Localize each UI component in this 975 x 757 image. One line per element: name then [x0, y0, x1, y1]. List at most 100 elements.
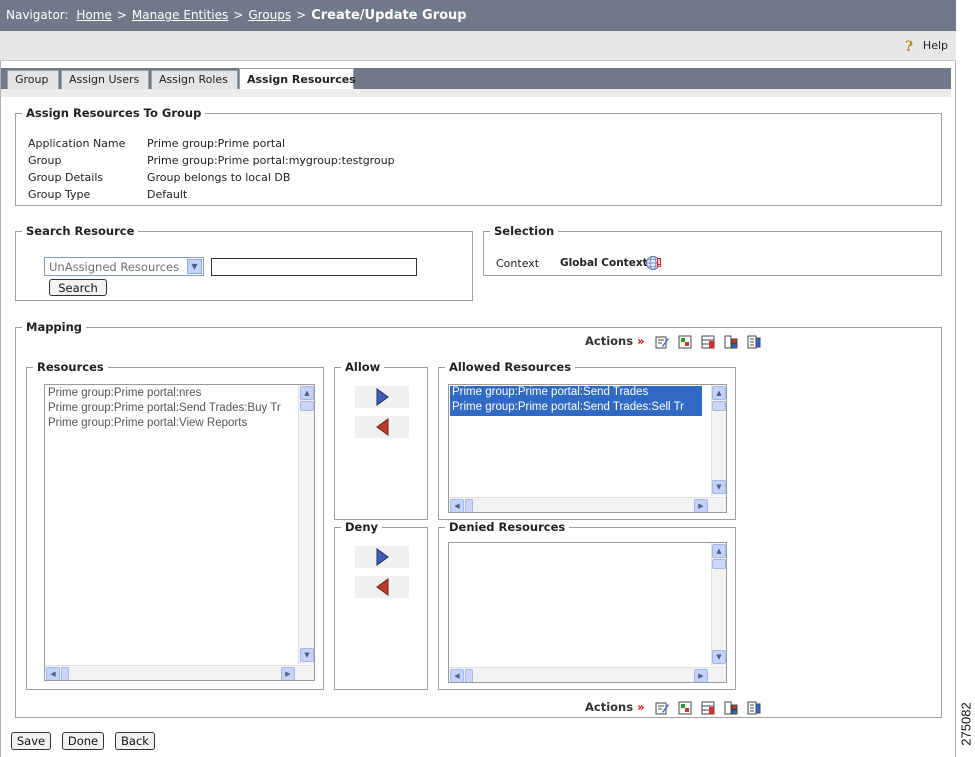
list-item[interactable]: Prime group:Prime portal:Send Trades:Buy… — [48, 402, 298, 417]
help-question-icon: ? — [904, 39, 914, 55]
scroll-up-icon[interactable]: ▲ — [712, 386, 726, 400]
assign-icon[interactable] — [678, 335, 692, 349]
arrow-right-icon — [376, 548, 389, 566]
details-icon[interactable] — [747, 701, 761, 715]
edit-icon[interactable] — [655, 701, 669, 715]
breadcrumb-manage-entities[interactable]: Manage Entities — [132, 8, 228, 22]
details-icon[interactable] — [747, 335, 761, 349]
resources-listbox[interactable]: Prime group:Prime portal:nres Prime grou… — [44, 384, 315, 681]
chevron-down-icon[interactable]: ▼ — [187, 259, 202, 274]
breadcrumb-groups[interactable]: Groups — [248, 8, 291, 22]
figure-id-label: 275082 — [958, 701, 973, 746]
actions-label: Actions — [585, 334, 634, 348]
mapping-legend: Mapping — [22, 320, 87, 334]
allowed-resources-legend: Allowed Resources — [445, 360, 576, 374]
denied-resources-section: Denied Resources ▲ ▼ ◀ ▶ — [438, 520, 736, 690]
scroll-thumb[interactable] — [465, 669, 473, 682]
breadcrumb-separator: > — [233, 8, 244, 22]
resources-hscrollbar[interactable]: ◀ ▶ — [45, 665, 314, 680]
arrow-left-icon — [376, 578, 389, 596]
scroll-thumb[interactable] — [61, 667, 69, 680]
search-button[interactable]: Search — [49, 279, 107, 296]
resources-legend: Resources — [33, 360, 108, 374]
denied-resources-legend: Denied Resources — [445, 520, 570, 534]
breadcrumb-separator: > — [116, 8, 127, 22]
context-value: Global Context — [560, 257, 648, 269]
help-bar: ? Help — [0, 31, 956, 61]
deny-remove-button[interactable] — [355, 576, 409, 598]
hierarchy-icon[interactable] — [724, 335, 738, 349]
help-link[interactable]: ? Help — [904, 39, 948, 55]
table-icon[interactable] — [701, 701, 715, 715]
scroll-left-icon[interactable]: ◀ — [450, 499, 464, 512]
breadcrumb-separator: > — [296, 8, 307, 22]
deny-add-button[interactable] — [355, 546, 409, 568]
tab-assign-users[interactable]: Assign Users — [61, 70, 149, 89]
allowed-resources-section: Allowed Resources Prime group:Prime port… — [438, 360, 736, 520]
allow-add-button[interactable] — [355, 386, 409, 408]
resources-vscrollbar[interactable]: ▲ ▼ — [298, 385, 314, 664]
allowed-resources-listbox[interactable]: Prime group:Prime portal:Send Trades Pri… — [448, 384, 727, 513]
scroll-up-icon[interactable]: ▲ — [712, 544, 726, 558]
scroll-right-icon[interactable]: ▶ — [694, 499, 708, 512]
tab-assign-resources[interactable]: Assign Resources — [239, 68, 356, 89]
assign-info-legend: Assign Resources To Group — [22, 106, 206, 120]
scroll-down-icon[interactable]: ▼ — [712, 650, 726, 664]
tab-content-strip — [1, 89, 951, 97]
scroll-thumb[interactable] — [712, 401, 726, 411]
context-label: Context — [496, 257, 540, 270]
scroll-thumb[interactable] — [712, 559, 726, 569]
resource-filter-select[interactable]: UnAssigned Resources ▼ — [44, 257, 204, 276]
allow-section: Allow — [334, 360, 428, 520]
resource-filter-value: UnAssigned Resources — [49, 260, 180, 274]
scroll-up-icon[interactable]: ▲ — [300, 386, 314, 400]
info-label-group-type: Group Type — [28, 188, 91, 201]
done-button[interactable]: Done — [62, 732, 104, 750]
navigator-label: Navigator: — [6, 8, 69, 22]
back-button[interactable]: Back — [115, 732, 155, 750]
scroll-right-icon[interactable]: ▶ — [281, 667, 295, 680]
breadcrumb-home[interactable]: Home — [76, 8, 111, 22]
info-value-application: Prime group:Prime portal — [147, 137, 285, 150]
resources-section: Resources Prime group:Prime portal:nres … — [26, 360, 324, 690]
allow-remove-button[interactable] — [355, 416, 409, 438]
assign-info-section: Assign Resources To Group Application Na… — [15, 106, 942, 206]
assign-icon[interactable] — [678, 701, 692, 715]
hierarchy-icon[interactable] — [724, 701, 738, 715]
allowed-hscrollbar[interactable]: ◀ ▶ — [449, 497, 726, 512]
scroll-thumb[interactable] — [465, 499, 473, 512]
list-item[interactable]: Prime group:Prime portal:Send Trades:Sel… — [450, 401, 702, 416]
denied-resources-listbox[interactable]: ▲ ▼ ◀ ▶ — [448, 542, 727, 683]
allow-legend: Allow — [341, 360, 385, 374]
scroll-right-icon[interactable]: ▶ — [694, 669, 708, 682]
actions-toolbar-top: Actions» — [585, 334, 766, 349]
tab-assign-roles[interactable]: Assign Roles — [151, 70, 238, 89]
globe-icon[interactable] — [645, 255, 662, 272]
search-input[interactable] — [211, 258, 417, 276]
search-legend: Search Resource — [22, 224, 139, 238]
mapping-section: Mapping Actions» Resources Prime group:P… — [15, 320, 942, 718]
scroll-thumb[interactable] — [300, 401, 314, 411]
info-value-group-type: Default — [147, 188, 188, 201]
arrow-left-icon — [376, 418, 389, 436]
list-item[interactable]: Prime group:Prime portal:Send Trades — [450, 386, 702, 401]
allowed-vscrollbar[interactable]: ▲ ▼ — [711, 385, 726, 496]
scroll-left-icon[interactable]: ◀ — [46, 667, 60, 680]
edit-icon[interactable] — [655, 335, 669, 349]
denied-hscrollbar[interactable]: ◀ ▶ — [449, 667, 726, 682]
actions-chevron-icon: » — [637, 334, 645, 348]
denied-vscrollbar[interactable]: ▲ ▼ — [711, 543, 726, 666]
scroll-down-icon[interactable]: ▼ — [300, 648, 314, 662]
scroll-down-icon[interactable]: ▼ — [712, 480, 726, 494]
selection-section: Selection Context Global Context — [483, 224, 942, 276]
list-item[interactable]: Prime group:Prime portal:nres — [48, 387, 298, 402]
save-button[interactable]: Save — [11, 732, 51, 750]
scroll-left-icon[interactable]: ◀ — [450, 669, 464, 682]
search-section: Search Resource UnAssigned Resources ▼ S… — [15, 224, 473, 301]
navigator-bar: Navigator: Home > Manage Entities > Groups > C… — [0, 0, 956, 31]
list-item[interactable]: Prime group:Prime portal:View Reports — [48, 417, 298, 432]
tab-group[interactable]: Group — [7, 70, 59, 89]
table-icon[interactable] — [701, 335, 715, 349]
actions-toolbar-bottom: Actions» — [585, 700, 766, 715]
deny-section: Deny — [334, 520, 428, 690]
